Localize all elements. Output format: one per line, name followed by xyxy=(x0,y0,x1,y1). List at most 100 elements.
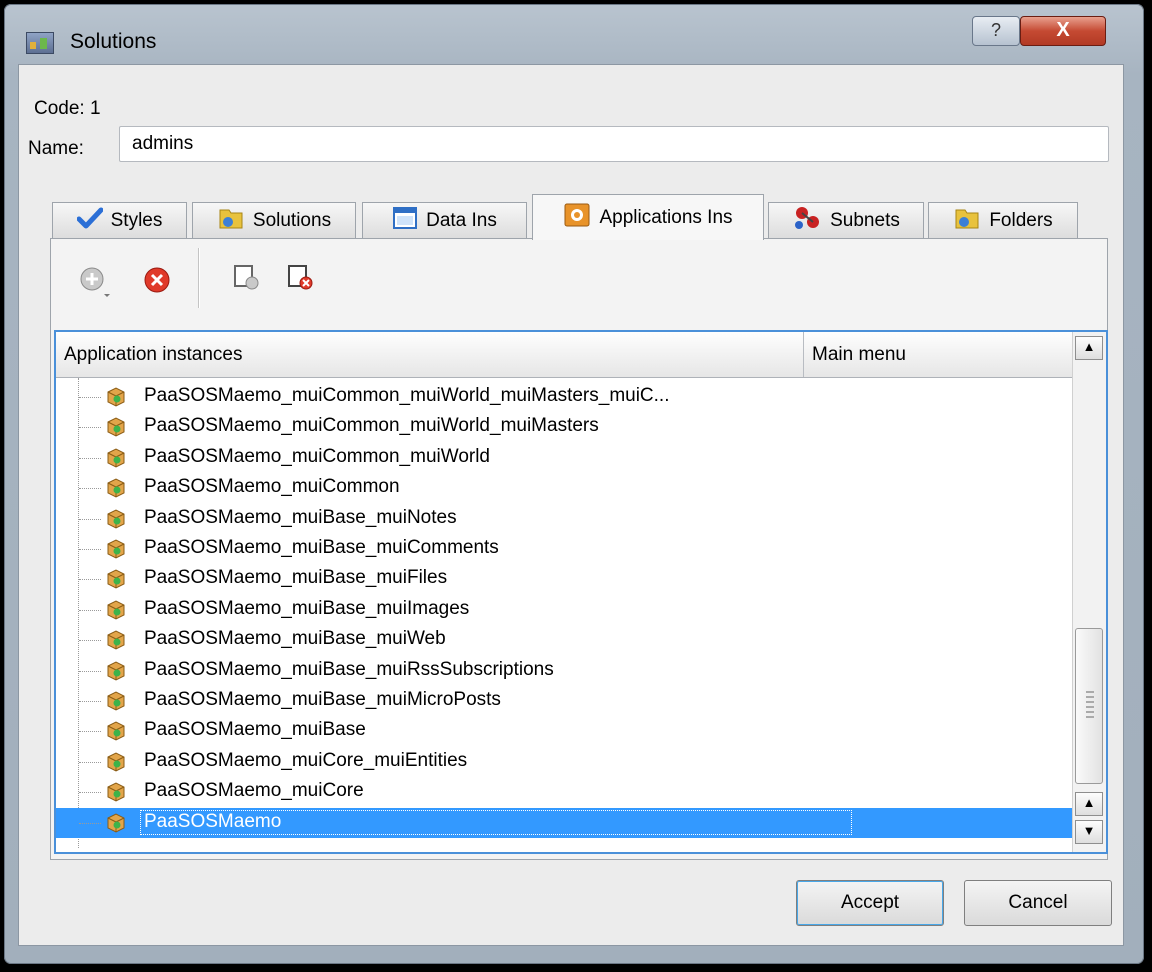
tree-row[interactable]: PaaSOSMaemo_muiBase xyxy=(56,716,1074,746)
package-icon xyxy=(106,569,126,589)
tab-applications-ins[interactable]: Applications Ins xyxy=(532,194,764,240)
tab-label: Styles xyxy=(110,210,163,231)
tree-connector xyxy=(79,701,101,702)
package-icon xyxy=(106,630,126,650)
name-label: Name: xyxy=(28,138,84,159)
tree-connector xyxy=(79,397,101,398)
tree-row-label: PaaSOSMaemo_muiCore_muiEntities xyxy=(144,749,468,771)
tree-row-label: PaaSOSMaemo_muiBase_muiFiles xyxy=(144,567,448,589)
code-label: Code: xyxy=(34,98,85,119)
window-icon xyxy=(392,206,418,236)
tree-row-label: PaaSOSMaemo_muiCore xyxy=(144,780,364,802)
package-icon xyxy=(106,387,126,407)
scrollbar-thumb[interactable] xyxy=(1075,628,1103,784)
tab-data-ins[interactable]: Data Ins xyxy=(362,202,527,239)
package-icon xyxy=(106,813,126,833)
tree-row-label: PaaSOSMaemo_muiCommon_muiWorld xyxy=(144,445,490,467)
tree-row[interactable]: PaaSOSMaemo_muiCommon_muiWorld_muiMaster… xyxy=(56,382,1074,412)
package-icon xyxy=(106,721,126,741)
close-button[interactable]: X xyxy=(1020,16,1106,46)
gear-icon xyxy=(563,202,591,234)
add-icon xyxy=(78,267,114,305)
tree-row-label: PaaSOSMaemo_muiCommon_muiWorld_muiMaster… xyxy=(144,415,599,437)
tree-row[interactable]: PaaSOSMaemo_muiBase_muiFiles xyxy=(56,564,1074,594)
tree-connector xyxy=(79,518,101,520)
scroll-up-arrow-icon[interactable]: ▲ xyxy=(1075,792,1103,816)
tree-row[interactable]: PaaSOSMaemo_muiBase_muiComments xyxy=(56,534,1074,564)
solutions-icon xyxy=(217,206,245,236)
scroll-down-arrow-icon[interactable]: ▼ xyxy=(1075,820,1103,844)
grip-icon xyxy=(1086,691,1094,721)
tree-connector xyxy=(79,640,101,642)
tree-connector xyxy=(79,457,101,459)
package-icon xyxy=(106,448,126,468)
tab-subnets[interactable]: Subnets xyxy=(768,202,924,239)
delete-button[interactable] xyxy=(142,265,172,295)
tree-row[interactable]: PaaSOSMaemo_muiCommon_muiWorld xyxy=(56,443,1074,473)
tab-solutions[interactable]: Solutions xyxy=(192,202,356,239)
column-header-main-menu[interactable]: Main menu xyxy=(804,332,1074,377)
tree-row-label: PaaSOSMaemo_muiBase_muiRssSubscriptions xyxy=(144,658,554,680)
window-title: Solutions xyxy=(70,30,157,53)
tree-row[interactable]: PaaSOSMaemo_muiBase_muiRssSubscriptions xyxy=(56,656,1074,686)
scroll-up-arrow-icon[interactable]: ▲ xyxy=(1075,336,1103,360)
tree-row-label: PaaSOSMaemo_muiBase_muiWeb xyxy=(144,628,446,650)
accept-button[interactable]: Accept xyxy=(796,880,944,926)
tree-connector xyxy=(79,761,101,763)
tree-connector xyxy=(79,488,101,490)
tab-label: Data Ins xyxy=(426,210,497,231)
tree-row[interactable]: PaaSOSMaemo_muiBase_muiImages xyxy=(56,595,1074,625)
tree-connector xyxy=(79,670,101,672)
package-icon xyxy=(106,691,126,711)
tab-styles[interactable]: Styles xyxy=(52,202,187,239)
package-icon xyxy=(106,600,126,620)
application-instances-tree[interactable]: Application instances Main menu PaaSOSMa… xyxy=(54,330,1108,854)
tree-row[interactable]: PaaSOSMaemo_muiCommon_muiWorld_muiMaster… xyxy=(56,412,1074,442)
tree-row-label: PaaSOSMaemo_muiBase_muiComments xyxy=(144,537,499,558)
name-input[interactable] xyxy=(119,126,1109,162)
tree-connector xyxy=(79,792,101,794)
tree-row[interactable]: PaaSOSMaemo_muiCommon xyxy=(56,473,1074,503)
unassign-button[interactable] xyxy=(286,262,316,292)
tree-connector xyxy=(79,427,101,429)
column-header-application-instances[interactable]: Application instances xyxy=(56,332,804,377)
tree-row[interactable]: PaaSOSMaemo_muiCore xyxy=(56,777,1074,807)
package-icon xyxy=(106,539,126,559)
vertical-scrollbar[interactable]: ▲ ▲ ▼ xyxy=(1072,332,1106,852)
add-button[interactable] xyxy=(78,264,114,300)
unassign-icon xyxy=(286,265,316,297)
checkmark-icon xyxy=(76,207,104,235)
tree-connector xyxy=(79,609,101,611)
package-icon xyxy=(106,661,126,681)
tree-row-label: PaaSOSMaemo_muiBase_muiMicroPosts xyxy=(144,689,501,710)
tree-row[interactable]: PaaSOSMaemo_muiBase_muiWeb xyxy=(56,625,1074,655)
tree-row[interactable]: PaaSOSMaemo xyxy=(56,807,1074,838)
tree-row[interactable]: PaaSOSMaemo_muiBase_muiNotes xyxy=(56,504,1074,534)
tree-row-label: PaaSOSMaemo_muiBase_muiNotes xyxy=(144,506,457,528)
assign-button[interactable] xyxy=(232,262,262,292)
tab-label: Applications Ins xyxy=(599,206,733,228)
title-bar[interactable]: Solutions ? X xyxy=(4,4,1144,68)
tree-connector xyxy=(79,822,101,824)
tree-row-label: PaaSOSMaemo_muiCommon xyxy=(144,476,400,498)
tree-connector xyxy=(79,731,101,733)
tab-label: Folders xyxy=(989,210,1053,231)
package-icon xyxy=(106,752,126,772)
folders-icon xyxy=(953,206,981,236)
package-icon xyxy=(106,478,126,498)
tree-header: Application instances Main menu xyxy=(56,332,1074,378)
tree-connector xyxy=(79,579,101,581)
toolbar-divider xyxy=(198,248,200,308)
tree-row[interactable]: PaaSOSMaemo_muiBase_muiMicroPosts xyxy=(56,686,1074,716)
tab-label: Subnets xyxy=(830,210,900,231)
help-button[interactable]: ? xyxy=(972,16,1020,46)
tree-row[interactable]: PaaSOSMaemo_muiCore_muiEntities xyxy=(56,747,1074,777)
tab-label: Solutions xyxy=(252,210,332,231)
package-icon xyxy=(106,417,126,437)
cancel-button[interactable]: Cancel xyxy=(964,880,1112,926)
tab-folders[interactable]: Folders xyxy=(928,202,1078,239)
app-icon xyxy=(26,32,54,54)
tree-row-label: PaaSOSMaemo_muiBase xyxy=(144,719,366,741)
delete-icon xyxy=(142,267,172,300)
code-field: Code: 1 xyxy=(34,98,101,120)
